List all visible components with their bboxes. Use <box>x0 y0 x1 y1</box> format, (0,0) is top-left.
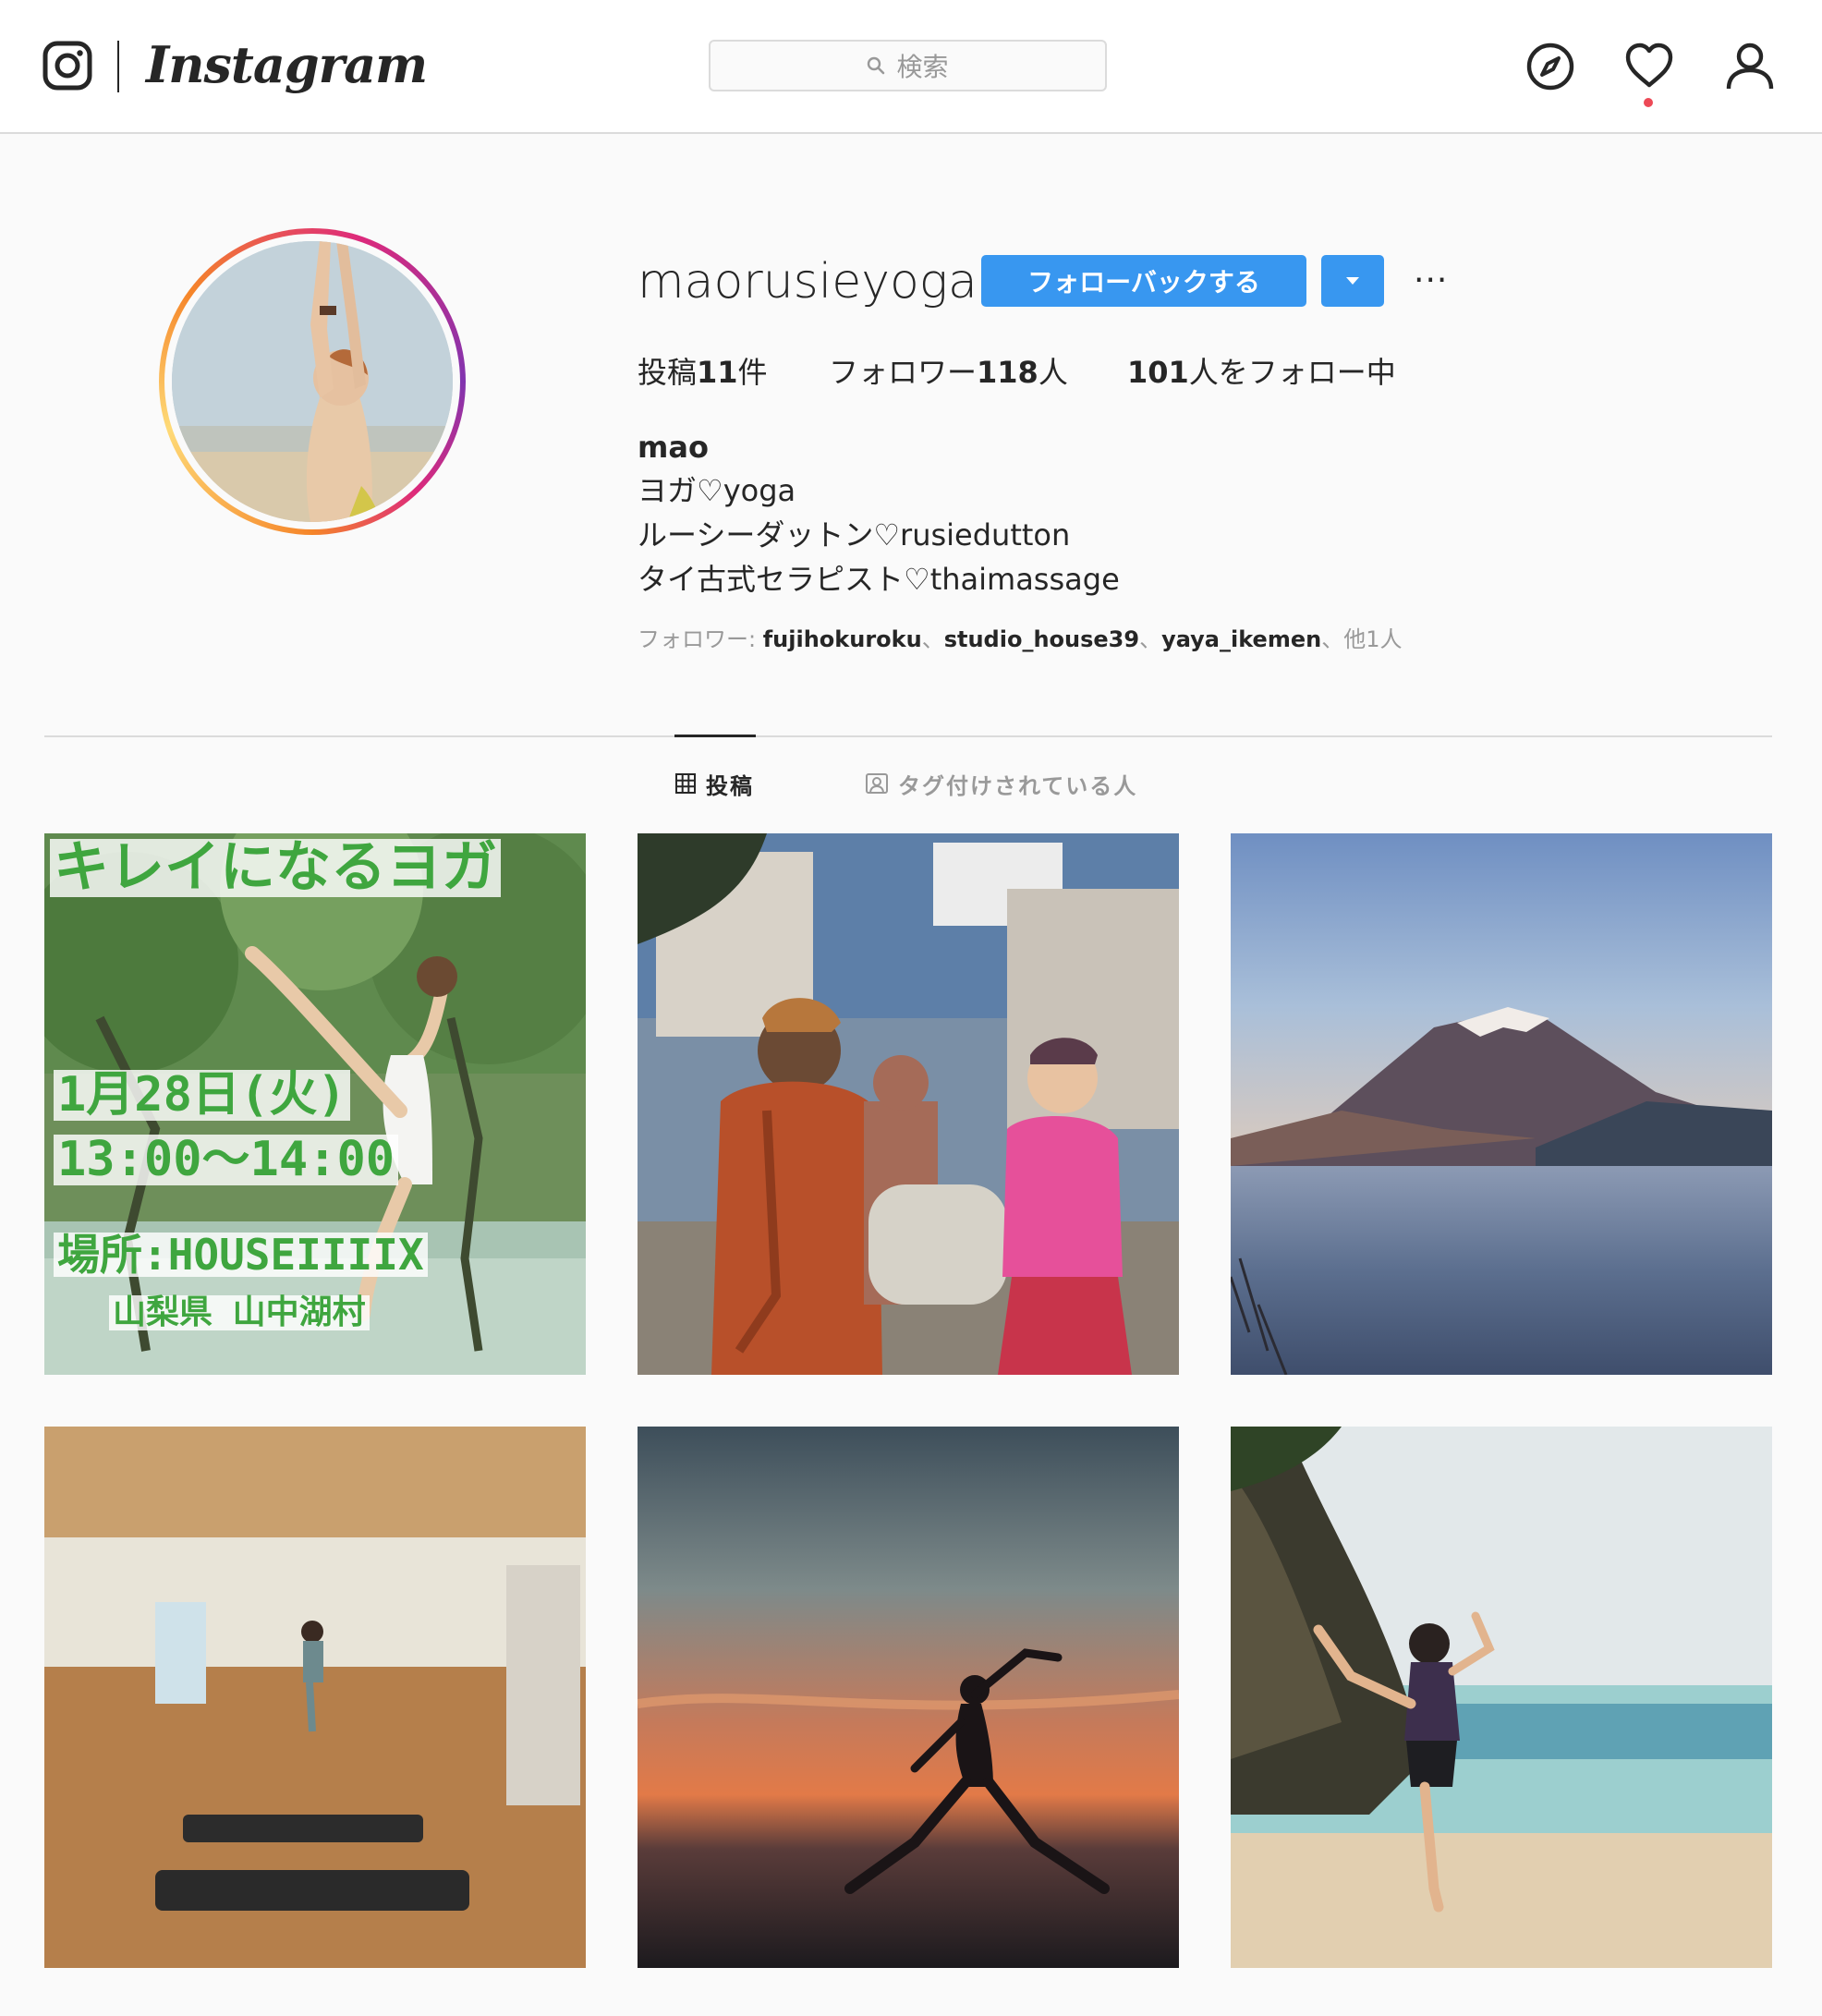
followed-by-separator: 、 <box>921 626 944 652</box>
profile-display-name: mao <box>638 430 709 465</box>
profile-avatar-story-ring[interactable] <box>159 228 466 535</box>
following-count-stat[interactable]: 101人をフォロー中 <box>1127 349 1396 395</box>
post-thumbnail-1[interactable]: キレイになるヨガ 1月28日(火) 13:00〜14:00 場所:HOUSEII… <box>44 833 586 1375</box>
followers-stat-count: 118 <box>977 355 1039 390</box>
followers-count-stat[interactable]: フォロワー118人 <box>829 349 1068 395</box>
post-thumbnail-4[interactable] <box>44 1427 586 1968</box>
search-input[interactable]: 検索 <box>709 40 1107 91</box>
notification-dot <box>1644 98 1653 107</box>
tabs-divider <box>44 735 1772 737</box>
followed-by-others[interactable]: 他1人 <box>1343 626 1402 652</box>
top-navigation-bar: Instagram 検索 <box>0 0 1822 134</box>
search-icon <box>868 56 885 75</box>
post-thumbnail-5[interactable] <box>638 1427 1179 1968</box>
user-icon[interactable] <box>1724 41 1776 92</box>
bio-line-2: ルーシーダットン♡rusiedutton <box>638 517 1071 553</box>
more-options-button[interactable]: ··· <box>1414 264 1448 298</box>
follow-back-button[interactable]: フォローバックする <box>981 255 1306 307</box>
compass-icon[interactable] <box>1524 41 1576 92</box>
bio-line-1: ヨガ♡yoga <box>638 473 796 508</box>
followers-stat-prefix: フォロワー <box>829 355 978 390</box>
post-thumbnail-3[interactable] <box>1231 833 1772 1375</box>
tab-tagged[interactable]: タグ付けされている人 <box>865 767 1137 800</box>
following-stat-suffix: 人をフォロー中 <box>1188 355 1396 390</box>
post-image-beach-standing-split <box>1231 1427 1772 1968</box>
followed-by-label: フォロワー: <box>638 626 763 652</box>
post-thumbnail-2[interactable] <box>638 833 1179 1375</box>
posts-stat-count: 11 <box>697 355 738 390</box>
profile-username: maorusieyoga <box>638 254 978 310</box>
poster-venue: 場所:HOUSEIIIIX <box>54 1233 428 1277</box>
followed-by-name-2[interactable]: studio_house39 <box>944 626 1139 652</box>
followed-by-separator: 、 <box>1139 626 1162 652</box>
following-stat-count: 101 <box>1127 355 1189 390</box>
active-tab-indicator <box>674 735 756 737</box>
instagram-glyph-icon[interactable] <box>43 41 92 91</box>
suggested-accounts-dropdown-button[interactable] <box>1321 255 1384 307</box>
tagged-person-icon <box>866 773 888 794</box>
tab-posts[interactable]: 投稿 <box>674 767 754 800</box>
tab-tagged-label: タグ付けされている人 <box>898 772 1138 799</box>
poster-time: 13:00〜14:00 <box>54 1135 399 1185</box>
heart-icon[interactable] <box>1623 41 1675 92</box>
nav-divider <box>117 41 119 92</box>
followed-by-separator: 、 <box>1321 626 1344 652</box>
followed-by-name-3[interactable]: yaya_ikemen <box>1161 626 1321 652</box>
poster-location: 山梨県 山中湖村 <box>109 1295 370 1330</box>
grid-icon <box>675 773 696 794</box>
avatar-photo <box>172 241 453 522</box>
post-image-yoga-studio <box>44 1427 586 1968</box>
instagram-wordmark-logo[interactable]: Instagram <box>146 28 428 102</box>
post-image-sunset-yoga-pose <box>638 1427 1179 1968</box>
bio-line-3: タイ古式セラピスト♡thaimassage <box>638 562 1120 597</box>
followed-by-name-1[interactable]: fujihokuroku <box>763 626 922 652</box>
tab-posts-label: 投稿 <box>706 772 754 799</box>
post-image-mount-fuji-lake <box>1231 833 1772 1375</box>
posts-stat-suffix: 件 <box>737 355 768 390</box>
poster-date: 1月28日(火) <box>54 1070 350 1121</box>
followers-stat-suffix: 人 <box>1038 355 1068 390</box>
poster-title: キレイになるヨガ <box>50 839 501 897</box>
avatar <box>172 241 453 522</box>
post-thumbnail-6[interactable] <box>1231 1427 1772 1968</box>
post-image-india-street <box>638 833 1179 1375</box>
posts-stat-prefix: 投稿 <box>638 355 698 390</box>
caret-down-icon <box>1346 277 1359 285</box>
search-placeholder: 検索 <box>896 52 949 82</box>
followed-by-line[interactable]: フォロワー: fujihokuroku、studio_house39、yaya_… <box>638 623 1402 656</box>
posts-count-stat: 投稿11件 <box>638 349 768 395</box>
